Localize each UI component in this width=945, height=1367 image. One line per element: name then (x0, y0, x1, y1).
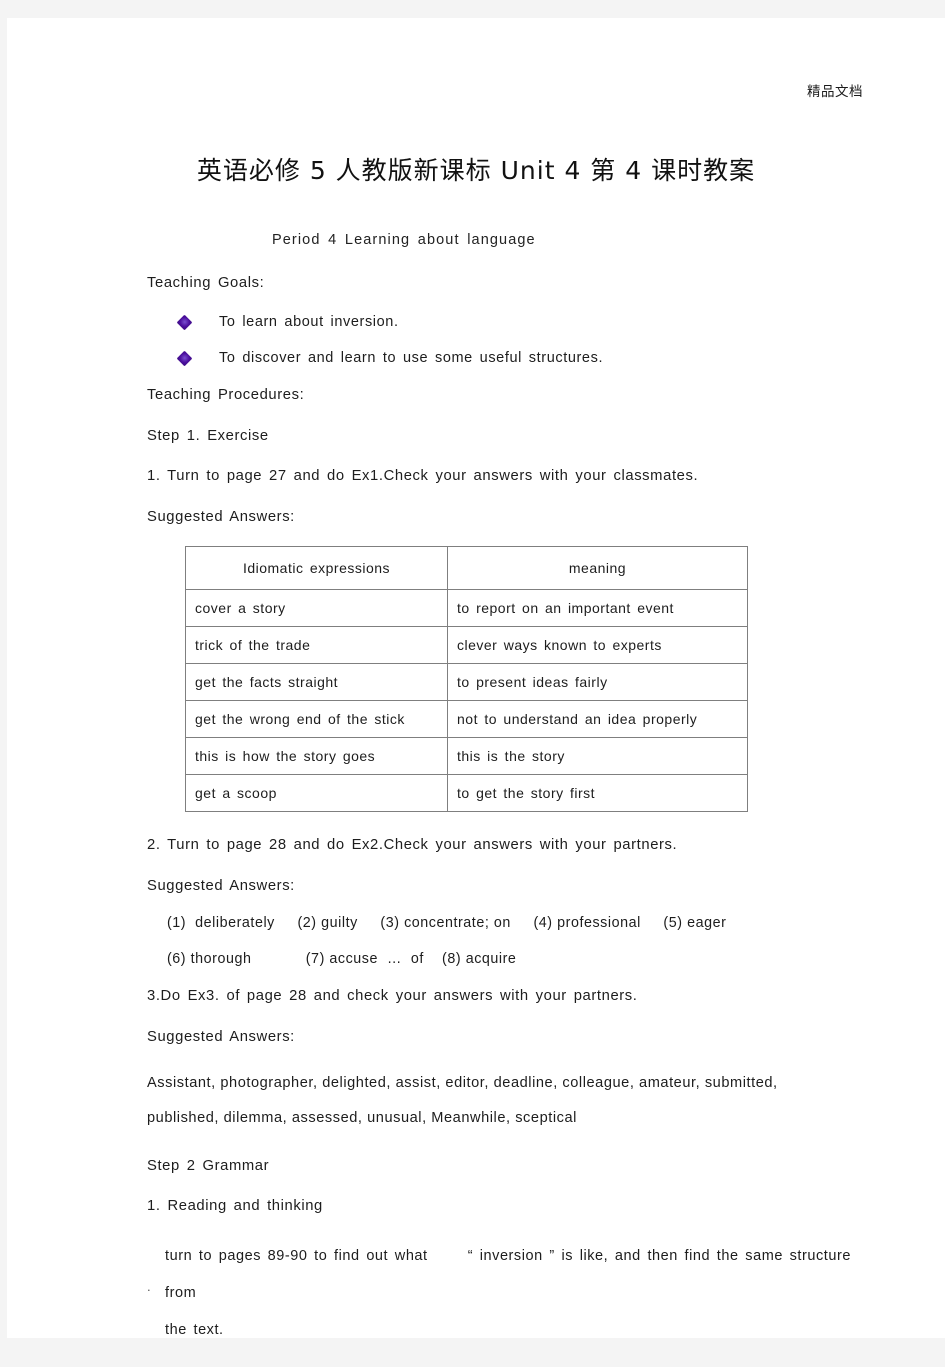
idiomatic-expressions-table: Idiomatic expressions meaning cover a st… (185, 546, 748, 813)
period-subtitle: Period 4 Learning about language (272, 232, 536, 248)
teaching-procedures-heading: Teaching Procedures: (147, 387, 305, 404)
exercise-3-answers-line-1: Assistant, photographer, delighted, assi… (147, 1075, 778, 1092)
table-cell-meaning: not to understand an idea properly (447, 700, 748, 739)
table-cell-meaning: this is the story (447, 737, 748, 776)
table-row: get a scoop to get the story first (185, 774, 748, 813)
document-watermark-header: 精品文档 (807, 84, 863, 100)
exercise-2-instruction: 2. Turn to page 28 and do Ex2.Check your… (147, 837, 678, 854)
table-cell-meaning: to present ideas fairly (447, 663, 748, 702)
table-header-cell: Idiomatic expressions (185, 546, 448, 591)
table-row: get the facts straight to present ideas … (185, 663, 748, 702)
table-cell-expression: cover a story (185, 589, 448, 628)
exercise-1-instruction: 1. Turn to page 27 and do Ex1.Check your… (147, 468, 699, 485)
table-cell-expression: this is how the story goes (185, 737, 448, 776)
table-header-row: Idiomatic expressions meaning (185, 546, 748, 591)
table-cell-meaning: to get the story first (447, 774, 748, 813)
suggested-answers-label-3: Suggested Answers: (147, 1028, 295, 1045)
table-cell-meaning: to report on an important event (447, 589, 748, 628)
document-body: Period 4 Learning about language Teachin… (141, 232, 866, 1367)
suggested-answers-label-1: Suggested Answers: (147, 508, 295, 525)
table-cell-expression: trick of the trade (185, 626, 448, 665)
exercise-3-answers: Assistant, photographer, delighted, assi… (147, 1066, 866, 1135)
table-row: this is how the story goes this is the s… (185, 737, 748, 776)
step-1-heading: Step 1. Exercise (147, 427, 269, 444)
exercise-3-instruction: 3.Do Ex3. of page 28 and check your answ… (147, 988, 638, 1005)
table-cell-expression: get a scoop (185, 774, 448, 813)
document-page: 精品文档 英语必修 5 人教版新课标 Unit 4 第 4 课时教案 Perio… (7, 18, 945, 1338)
table-cell-expression: get the wrong end of the stick (185, 700, 448, 739)
table-row: trick of the trade clever ways known to … (185, 626, 748, 665)
diamond-bullet-icon (176, 350, 193, 367)
table-cell-meaning: clever ways known to experts (447, 626, 748, 665)
exercise-3-answers-line-2: published, dilemma, assessed, unusual, M… (147, 1109, 577, 1126)
exercise-2-answers-line-2: (6) thorough (7) accuse … of (8) acquire (167, 951, 517, 968)
table-header-cell: meaning (447, 546, 748, 591)
list-item: To learn about inversion. (176, 314, 866, 331)
teaching-goals-list: To learn about inversion. To discover an… (141, 314, 866, 366)
page-title: 英语必修 5 人教版新课标 Unit 4 第 4 课时教案 (196, 156, 756, 185)
table-cell-expression: get the facts straight (185, 663, 448, 702)
exercise-2-answers-line-1: (1) deliberately (2) guilty (3) concentr… (167, 915, 727, 932)
teaching-goals-heading: Teaching Goals: (147, 275, 265, 291)
goal-text: To learn about inversion. (219, 314, 399, 331)
table-row: get the wrong end of the stick not to un… (185, 700, 748, 739)
grammar-item-1: 1. Reading and thinking (147, 1198, 323, 1215)
goal-text: To discover and learn to use some useful… (219, 350, 604, 367)
list-item: To discover and learn to use some useful… (176, 350, 866, 367)
table-row: cover a story to report on an important … (185, 589, 748, 628)
footer-mark: . (147, 1279, 151, 1294)
suggested-answers-label-2: Suggested Answers: (147, 877, 295, 894)
grammar-detail-text: turn to pages 89-90 to find out what “ i… (165, 1247, 851, 1338)
diamond-bullet-icon (176, 314, 193, 331)
step-2-heading: Step 2 Grammar (147, 1157, 270, 1174)
